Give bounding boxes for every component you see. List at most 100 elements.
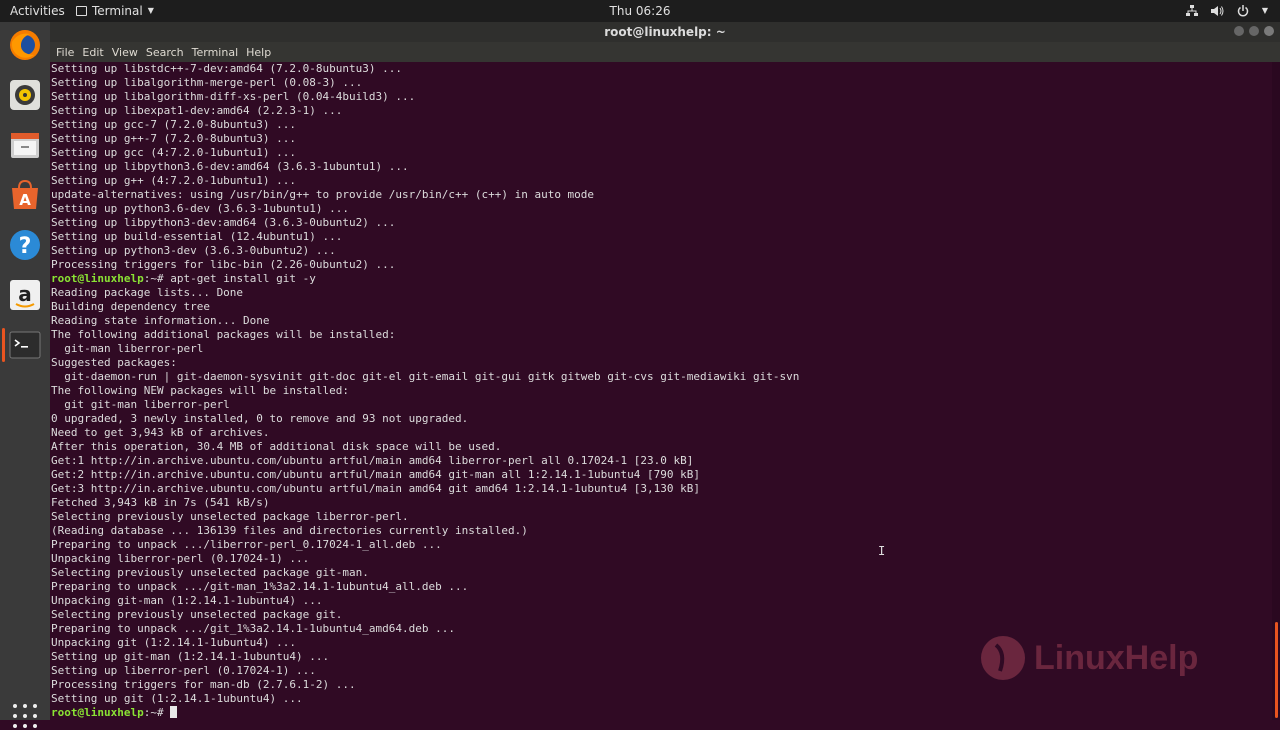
output-line: Setting up libalgorithm-diff-xs-perl (0.… [51, 90, 416, 103]
output-line: Setting up python3-dev (3.6.3-0ubuntu2) … [51, 244, 336, 257]
output-line: Unpacking liberror-perl (0.17024-1) ... [51, 552, 310, 565]
window-controls [1234, 26, 1274, 36]
output-line: Unpacking git-man (1:2.14.1-1ubuntu4) ..… [51, 594, 323, 607]
typed-command: apt-get install git -y [170, 272, 316, 285]
terminal-menubar: File Edit View Search Terminal Help [50, 42, 1280, 62]
output-line: Preparing to unpack .../git-man_1%3a2.14… [51, 580, 469, 593]
app-menu-button[interactable]: Terminal ▼ [76, 0, 154, 22]
menu-terminal[interactable]: Terminal [192, 46, 239, 59]
output-line: Get:2 http://in.archive.ubuntu.com/ubunt… [51, 468, 701, 481]
output-line: git-daemon-run | git-daemon-sysvinit git… [51, 370, 800, 383]
output-line: Reading package lists... Done [51, 286, 244, 299]
maximize-icon[interactable] [1249, 26, 1259, 36]
terminal-lines: Setting up libstdc++-7-dev:amd64 (7.2.0-… [51, 62, 799, 720]
network-icon[interactable] [1185, 5, 1198, 17]
terminal-icon[interactable] [8, 328, 42, 362]
output-line: Setting up python3.6-dev (3.6.3-1ubuntu1… [51, 202, 350, 215]
output-line: Setting up libstdc++-7-dev:amd64 (7.2.0-… [51, 62, 402, 75]
svg-text:?: ? [19, 234, 32, 259]
prompt-line: root@linuxhelp:~# [51, 706, 799, 720]
caret-down-icon[interactable]: ▼ [1262, 0, 1268, 22]
output-line: (Reading database ... 136139 files and d… [51, 524, 528, 537]
output-line: Unpacking git (1:2.14.1-1ubuntu4) ... [51, 636, 297, 649]
output-line: Selecting previously unselected package … [51, 608, 343, 621]
clock: Thu 06:26 [0, 0, 1280, 22]
output-line: After this operation, 30.4 MB of additio… [51, 440, 502, 453]
output-line: Setting up liberror-perl (0.17024-1) ... [51, 664, 316, 677]
output-line: Setting up g++ (4:7.2.0-1ubuntu1) ... [51, 174, 297, 187]
system-tray[interactable]: ▼ [1185, 0, 1268, 22]
output-line: Get:1 http://in.archive.ubuntu.com/ubunt… [51, 454, 694, 467]
prompt-path: :~# [143, 706, 171, 719]
output-line: update-alternatives: using /usr/bin/g++ … [51, 188, 595, 201]
svg-text:A: A [19, 191, 31, 209]
output-line: Setting up libpython3-dev:amd64 (3.6.3-0… [51, 216, 396, 229]
output-line: Setting up libexpat1-dev:amd64 (2.2.3-1)… [51, 104, 343, 117]
output-line: git git-man liberror-perl [51, 398, 230, 411]
terminal-small-icon [76, 6, 87, 16]
prompt-user-host: root@linuxhelp [51, 706, 144, 719]
software-center-icon[interactable]: A [8, 178, 42, 212]
scrollbar-thumb[interactable] [1275, 622, 1278, 718]
output-line: Selecting previously unselected package … [51, 566, 369, 579]
output-line: Setting up gcc (4:7.2.0-1ubuntu1) ... [51, 146, 297, 159]
output-line: 0 upgraded, 3 newly installed, 0 to remo… [51, 412, 469, 425]
amazon-icon[interactable]: a [8, 278, 42, 312]
output-line: Need to get 3,943 kB of archives. [51, 426, 270, 439]
output-line: Setting up gcc-7 (7.2.0-8ubuntu3) ... [51, 118, 297, 131]
linuxhelp-watermark: LinuxHelp [978, 630, 1238, 686]
terminal-output[interactable]: Setting up libstdc++-7-dev:amd64 (7.2.0-… [50, 62, 1272, 720]
output-line: Selecting previously unselected package … [51, 510, 409, 523]
menu-view[interactable]: View [112, 46, 138, 59]
caret-down-icon: ▼ [147, 6, 154, 15]
apps-grid-icon[interactable] [13, 704, 39, 730]
watermark-text: LinuxHelp [1034, 638, 1199, 677]
output-line: Fetched 3,943 kB in 7s (541 kB/s) [51, 496, 270, 509]
volume-icon[interactable] [1210, 5, 1224, 17]
menu-help[interactable]: Help [246, 46, 271, 59]
top-panel: Activities Terminal ▼ Thu 06:26 ▼ [0, 0, 1280, 22]
window-titlebar[interactable]: root@linuxhelp: ~ [50, 22, 1280, 42]
files-icon[interactable] [8, 128, 42, 162]
terminal-scrollbar[interactable] [1272, 62, 1280, 720]
window-title: root@linuxhelp: ~ [604, 25, 726, 39]
prompt-path: :~# [143, 272, 171, 285]
app-menu-label: Terminal [92, 4, 143, 18]
output-line: Suggested packages: [51, 356, 177, 369]
output-line: Get:3 http://in.archive.ubuntu.com/ubunt… [51, 482, 701, 495]
help-icon[interactable]: ? [8, 228, 42, 262]
output-line: Building dependency tree [51, 300, 210, 313]
output-line: The following NEW packages will be insta… [51, 384, 350, 397]
menu-search[interactable]: Search [146, 46, 184, 59]
output-line: Setting up build-essential (12.4ubuntu1)… [51, 230, 343, 243]
linuxhelp-logo-icon [981, 636, 1025, 680]
prompt-line: root@linuxhelp:~# apt-get install git -y [51, 272, 799, 286]
output-line: Reading state information... Done [51, 314, 270, 327]
power-icon[interactable] [1237, 5, 1249, 17]
activities-button[interactable]: Activities [10, 0, 65, 22]
menu-file[interactable]: File [56, 46, 74, 59]
output-line: Setting up g++-7 (7.2.0-8ubuntu3) ... [51, 132, 297, 145]
active-app-indicator [2, 328, 5, 362]
svg-text:a: a [18, 282, 32, 306]
firefox-icon[interactable] [8, 28, 42, 62]
output-line: Setting up git (1:2.14.1-1ubuntu4) ... [51, 692, 303, 705]
output-line: Preparing to unpack .../git_1%3a2.14.1-1… [51, 622, 455, 635]
rhythmbox-icon[interactable] [8, 78, 42, 112]
text-cursor-icon: I [878, 544, 886, 558]
menu-edit[interactable]: Edit [82, 46, 103, 59]
output-line: Setting up libpython3.6-dev:amd64 (3.6.3… [51, 160, 409, 173]
close-icon[interactable] [1264, 26, 1274, 36]
clock-label[interactable]: Thu 06:26 [610, 4, 671, 18]
minimize-icon[interactable] [1234, 26, 1244, 36]
launcher-dock: A ? a [0, 22, 50, 728]
output-line: Preparing to unpack .../liberror-perl_0.… [51, 538, 442, 551]
output-line: Setting up libalgorithm-merge-perl (0.08… [51, 76, 363, 89]
output-line: Setting up git-man (1:2.14.1-1ubuntu4) .… [51, 650, 330, 663]
prompt-user-host: root@linuxhelp [51, 272, 144, 285]
output-line: git-man liberror-perl [51, 342, 204, 355]
output-line: The following additional packages will b… [51, 328, 396, 341]
output-line: Processing triggers for man-db (2.7.6.1-… [51, 678, 356, 691]
terminal-cursor [170, 706, 178, 718]
output-line: Processing triggers for libc-bin (2.26-0… [51, 258, 396, 271]
